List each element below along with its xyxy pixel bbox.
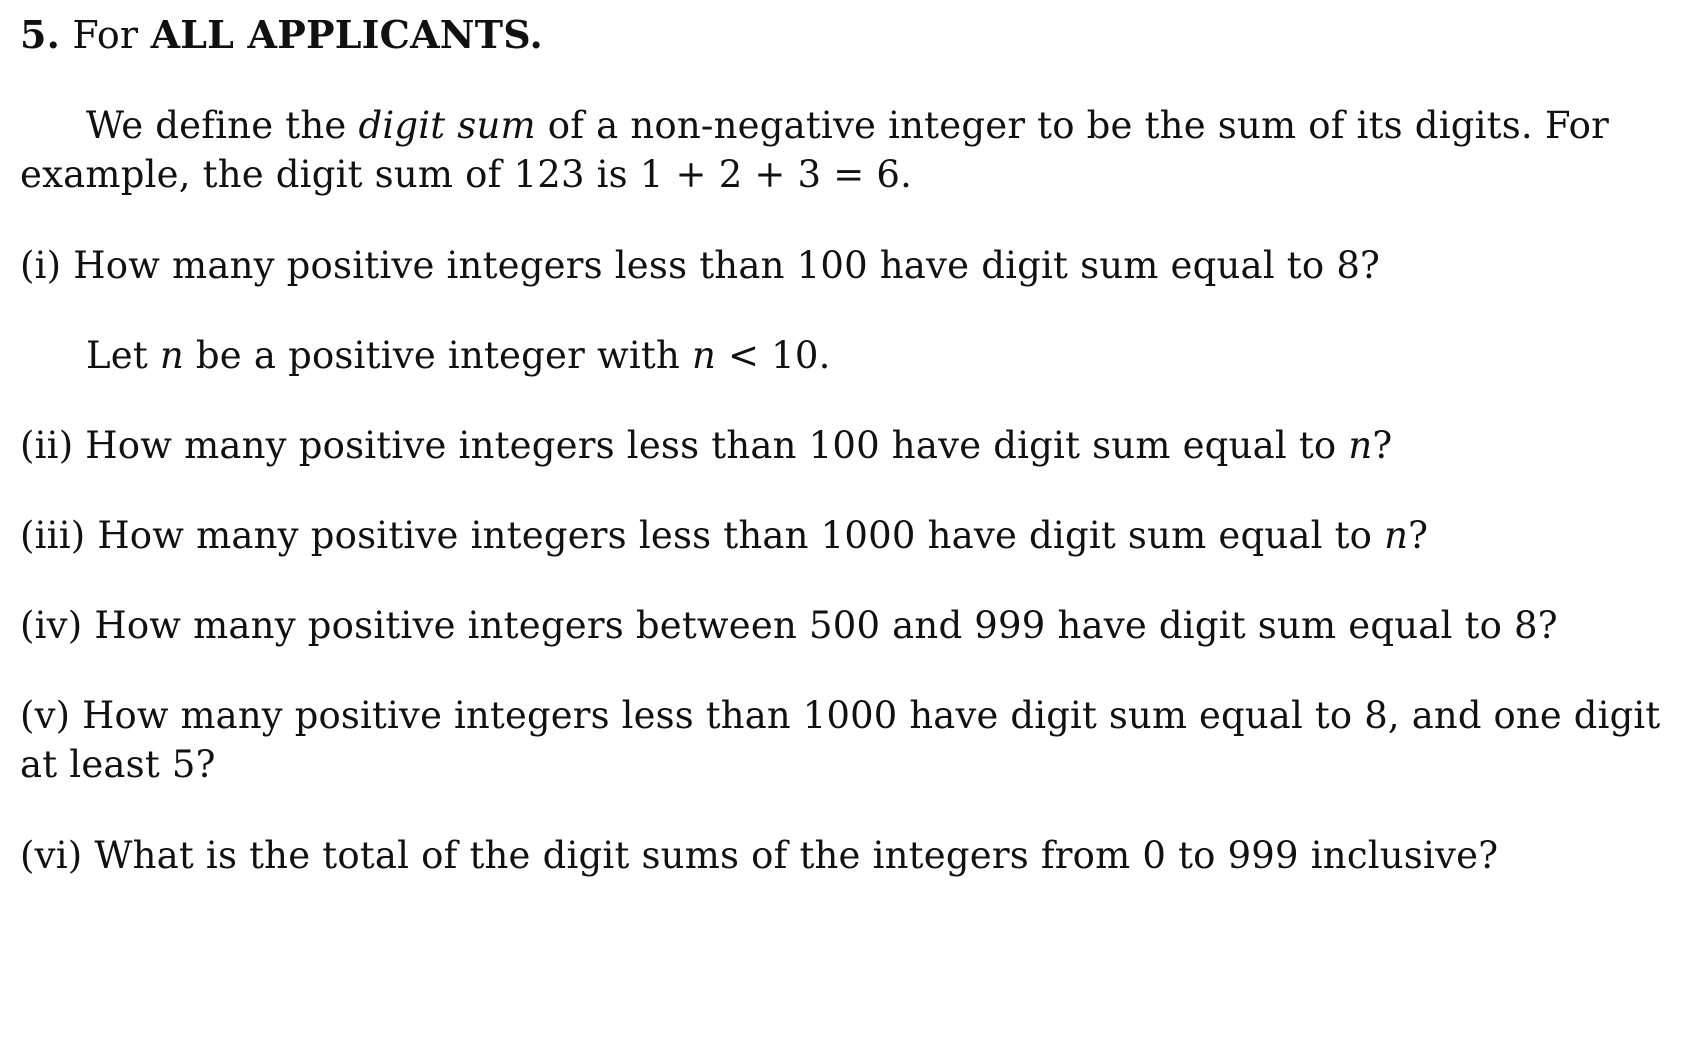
intro-line-2: example, the digit sum of 123 is 1 + 2 +… (20, 153, 913, 196)
let-post: < 10. (727, 334, 831, 377)
part-v-line-1: (v) How many positive integers less than… (20, 694, 1661, 737)
for-label: For (72, 13, 139, 57)
question-mark: ? (1408, 514, 1429, 557)
part-i: (i) How many positive integers less than… (20, 244, 1381, 287)
let-pre: Let (86, 334, 148, 377)
intro-text-post: of a non-negative integer to be the sum … (547, 104, 1610, 147)
part-v-line-2: at least 5? (20, 743, 216, 786)
question-heading: 5. For ALL APPLICANTS. (20, 12, 543, 58)
part-iii: (iii) How many positive integers less th… (20, 513, 1428, 559)
part-ii-text: (ii) How many positive integers less tha… (20, 424, 1337, 467)
part-ii: (ii) How many positive integers less tha… (20, 423, 1392, 469)
variable-n: n (691, 334, 716, 377)
part-vi: (vi) What is the total of the digit sums… (20, 834, 1499, 877)
variable-n: n (159, 334, 184, 377)
part-iv: (iv) How many positive integers between … (20, 604, 1558, 647)
digit-sum-term: digit sum (358, 104, 536, 147)
variable-n: n (1348, 424, 1373, 467)
let-n-statement: Let n be a positive integer with n < 10. (86, 333, 831, 379)
question-mark: ? (1372, 424, 1393, 467)
variable-n: n (1384, 514, 1409, 557)
question-number: 5. (20, 12, 61, 57)
intro-text-pre: We define the (86, 104, 347, 147)
part-iii-text: (iii) How many positive integers less th… (20, 514, 1373, 557)
audience-label: ALL APPLICANTS. (150, 12, 543, 57)
let-mid: be a positive integer with (195, 334, 680, 377)
intro-line-1: We define the digit sum of a non-negativ… (86, 103, 1609, 149)
